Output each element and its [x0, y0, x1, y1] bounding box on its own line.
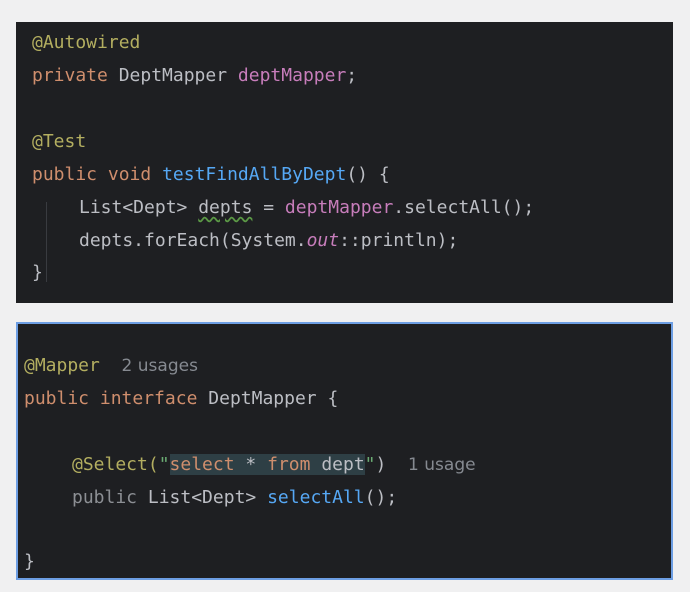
quote-close: " [364, 454, 376, 475]
code-line-2[interactable]: private DeptMapper deptMapper; [32, 63, 357, 89]
code-line-1[interactable]: @Autowired [32, 30, 140, 56]
code-line-closing[interactable]: } [24, 549, 35, 575]
assign-op: = [252, 197, 285, 218]
code-line-select-annotation[interactable]: @Select("select * from dept") 1 usage [72, 452, 476, 478]
annotation-autowired: @Autowired [32, 32, 141, 53]
code-line-interface-decl[interactable]: public interface DeptMapper { [24, 386, 338, 412]
keyword-interface: interface [99, 388, 198, 409]
code-line-8[interactable]: } [32, 260, 43, 286]
annotation-mapper: @Mapper [24, 355, 100, 376]
code-editor-bottom[interactable]: @Mapper 2 usages public interface DeptMa… [16, 322, 673, 580]
system-out-field: out [306, 230, 340, 251]
return-type: List<Dept> [147, 487, 257, 508]
code-line-mapper-annotation[interactable]: @Mapper 2 usages [24, 353, 198, 379]
code-line-6[interactable]: List<Dept> depts = deptMapper.selectAll(… [79, 195, 534, 221]
variable-depts: depts [198, 197, 253, 218]
keyword-public: public [24, 388, 90, 409]
closing-brace: } [32, 262, 43, 283]
interface-name: DeptMapper { [208, 388, 339, 409]
sql-selection[interactable]: select * from dept [169, 454, 365, 475]
code-line-4[interactable]: @Test [32, 129, 86, 155]
foreach-call: depts.forEach(System. [79, 230, 307, 251]
annotation-test: @Test [32, 131, 87, 152]
keyword-public-dimmed: public [72, 487, 138, 508]
usage-hint[interactable]: 1 usage [408, 455, 476, 475]
code-line-7[interactable]: depts.forEach(System.out::println); [79, 228, 458, 254]
field-ref-dept-mapper: deptMapper [284, 197, 394, 218]
field-dept-mapper: deptMapper [237, 65, 347, 86]
sql-star: * [245, 454, 257, 475]
list-type: List<Dept> [79, 197, 188, 218]
code-line-method-decl[interactable]: public List<Dept> selectAll(); [72, 485, 397, 511]
paren-close: ) [375, 454, 387, 475]
call-select-all: .selectAll(); [393, 197, 535, 218]
println-ref: ::println); [339, 230, 459, 251]
keyword-public: public [32, 164, 98, 185]
method-parens: () { [346, 164, 390, 185]
method-name: testFindAllByDept [162, 164, 347, 185]
closing-brace: } [24, 551, 35, 572]
quote-open: " [158, 454, 170, 475]
method-end: (); [364, 487, 398, 508]
semicolon: ; [346, 65, 358, 86]
code-editor-top[interactable]: @Autowired private DeptMapper deptMapper… [16, 22, 673, 303]
indent-guide [46, 202, 47, 282]
sql-keyword-select: select [169, 454, 235, 475]
annotation-select: @Select( [72, 454, 159, 475]
method-select-all: selectAll [267, 487, 365, 508]
keyword-void: void [107, 164, 152, 185]
sql-table: dept [321, 454, 365, 475]
keyword-private: private [32, 65, 108, 86]
type-dept-mapper: DeptMapper [118, 65, 228, 86]
code-line-5[interactable]: public void testFindAllByDept() { [32, 162, 390, 188]
sql-keyword-from: from [267, 454, 311, 475]
usages-hint[interactable]: 2 usages [122, 356, 198, 376]
